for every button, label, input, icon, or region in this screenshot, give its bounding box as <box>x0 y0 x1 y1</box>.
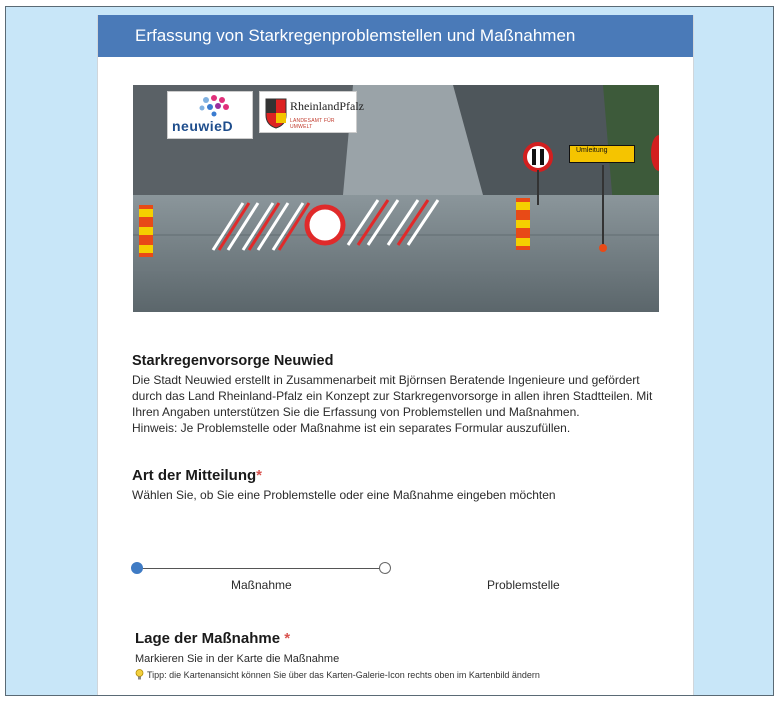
tip-text: Tipp: die Kartenansicht können Sie über … <box>147 670 540 680</box>
intro-title: Starkregenvorsorge Neuwied <box>132 353 334 369</box>
neuwied-logo: neuwieD <box>167 91 253 139</box>
option-massnahme-radio[interactable] <box>131 562 143 574</box>
option-massnahme-label[interactable]: Maßnahme <box>231 578 292 592</box>
option-problemstelle-label[interactable]: Problemstelle <box>487 578 560 592</box>
neuwied-wordmark: neuwieD <box>172 118 234 134</box>
page-frame: Erfassung von Starkregenproblemstellen u… <box>5 6 774 696</box>
required-marker: * <box>284 630 291 647</box>
intro-note: Hinweis: Je Problemstelle oder Maßnahme … <box>132 421 571 435</box>
required-marker: * <box>256 467 263 484</box>
lightbulb-icon <box>135 669 144 680</box>
neuwied-dots-icon <box>199 95 229 117</box>
lage-title: Lage der Maßnahme * <box>135 630 291 647</box>
art-question: Art der Mitteilung* Wählen Sie, ob Sie e… <box>132 467 662 502</box>
rlp-logo: RheinlandPfalz LANDESAMT FÜR UMWELT <box>259 91 364 133</box>
detour-sign: Umleitung <box>569 145 635 163</box>
rlp-name: RheinlandPfalz <box>290 99 364 113</box>
hero-image: neuwieD RheinlandPfalz LANDESAMT FÜR UMW… <box>133 85 659 312</box>
lage-question: Lage der Maßnahme * Markieren Sie in der… <box>135 630 665 681</box>
slider-track <box>137 568 383 569</box>
intro-text: Die Stadt Neuwied erstellt in Zusammenar… <box>132 373 653 419</box>
rlp-subtitle: LANDESAMT FÜR UMWELT <box>290 118 335 130</box>
map-tip: Tipp: die Kartenansicht können Sie über … <box>135 669 665 681</box>
art-hint: Wählen Sie, ob Sie eine Problemstelle od… <box>132 488 556 502</box>
form-header: Erfassung von Starkregenproblemstellen u… <box>98 15 693 57</box>
form-title: Erfassung von Starkregenproblemstellen u… <box>135 26 576 45</box>
option-problemstelle-radio[interactable] <box>379 562 391 574</box>
lage-hint: Markieren Sie in der Karte die Maßnahme <box>135 653 340 665</box>
intro-section: Starkregenvorsorge Neuwied Die Stadt Neu… <box>132 353 662 436</box>
rlp-crest-icon <box>265 98 287 129</box>
art-title: Art der Mitteilung* <box>132 467 263 484</box>
